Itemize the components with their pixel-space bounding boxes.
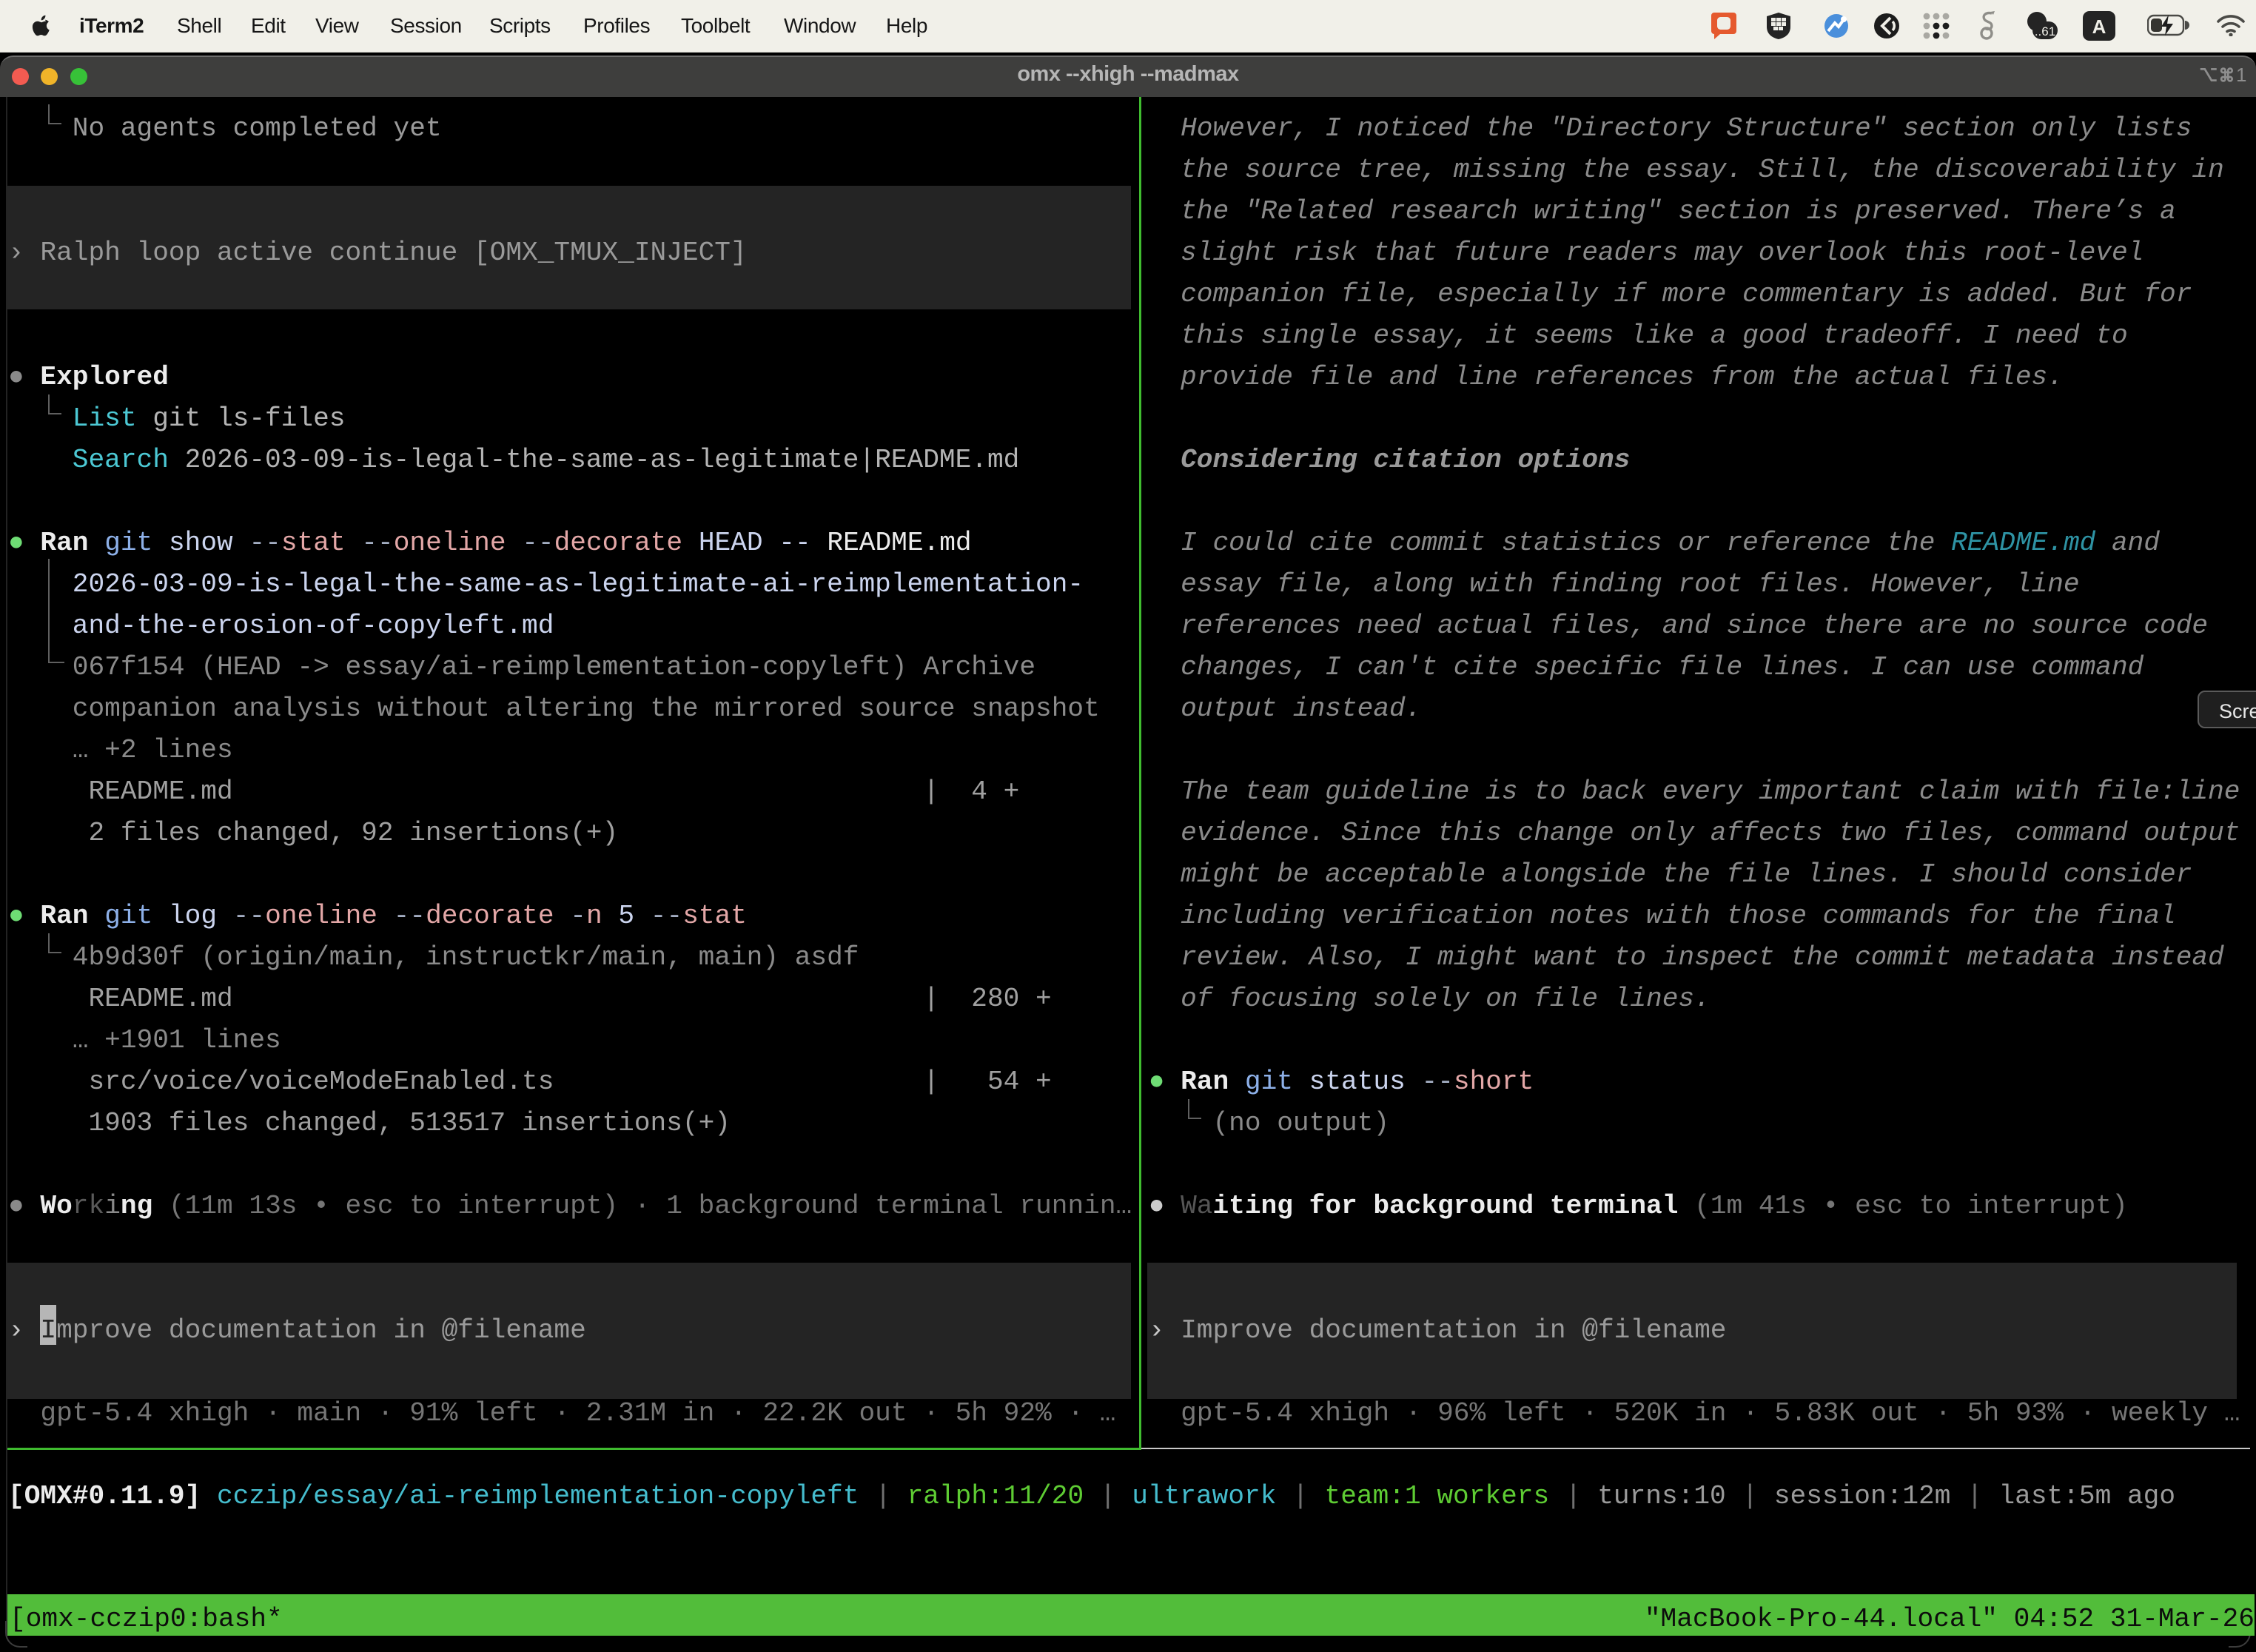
svg-text:..61: ..61 [2035, 24, 2055, 38]
svg-text:A: A [2092, 16, 2106, 38]
